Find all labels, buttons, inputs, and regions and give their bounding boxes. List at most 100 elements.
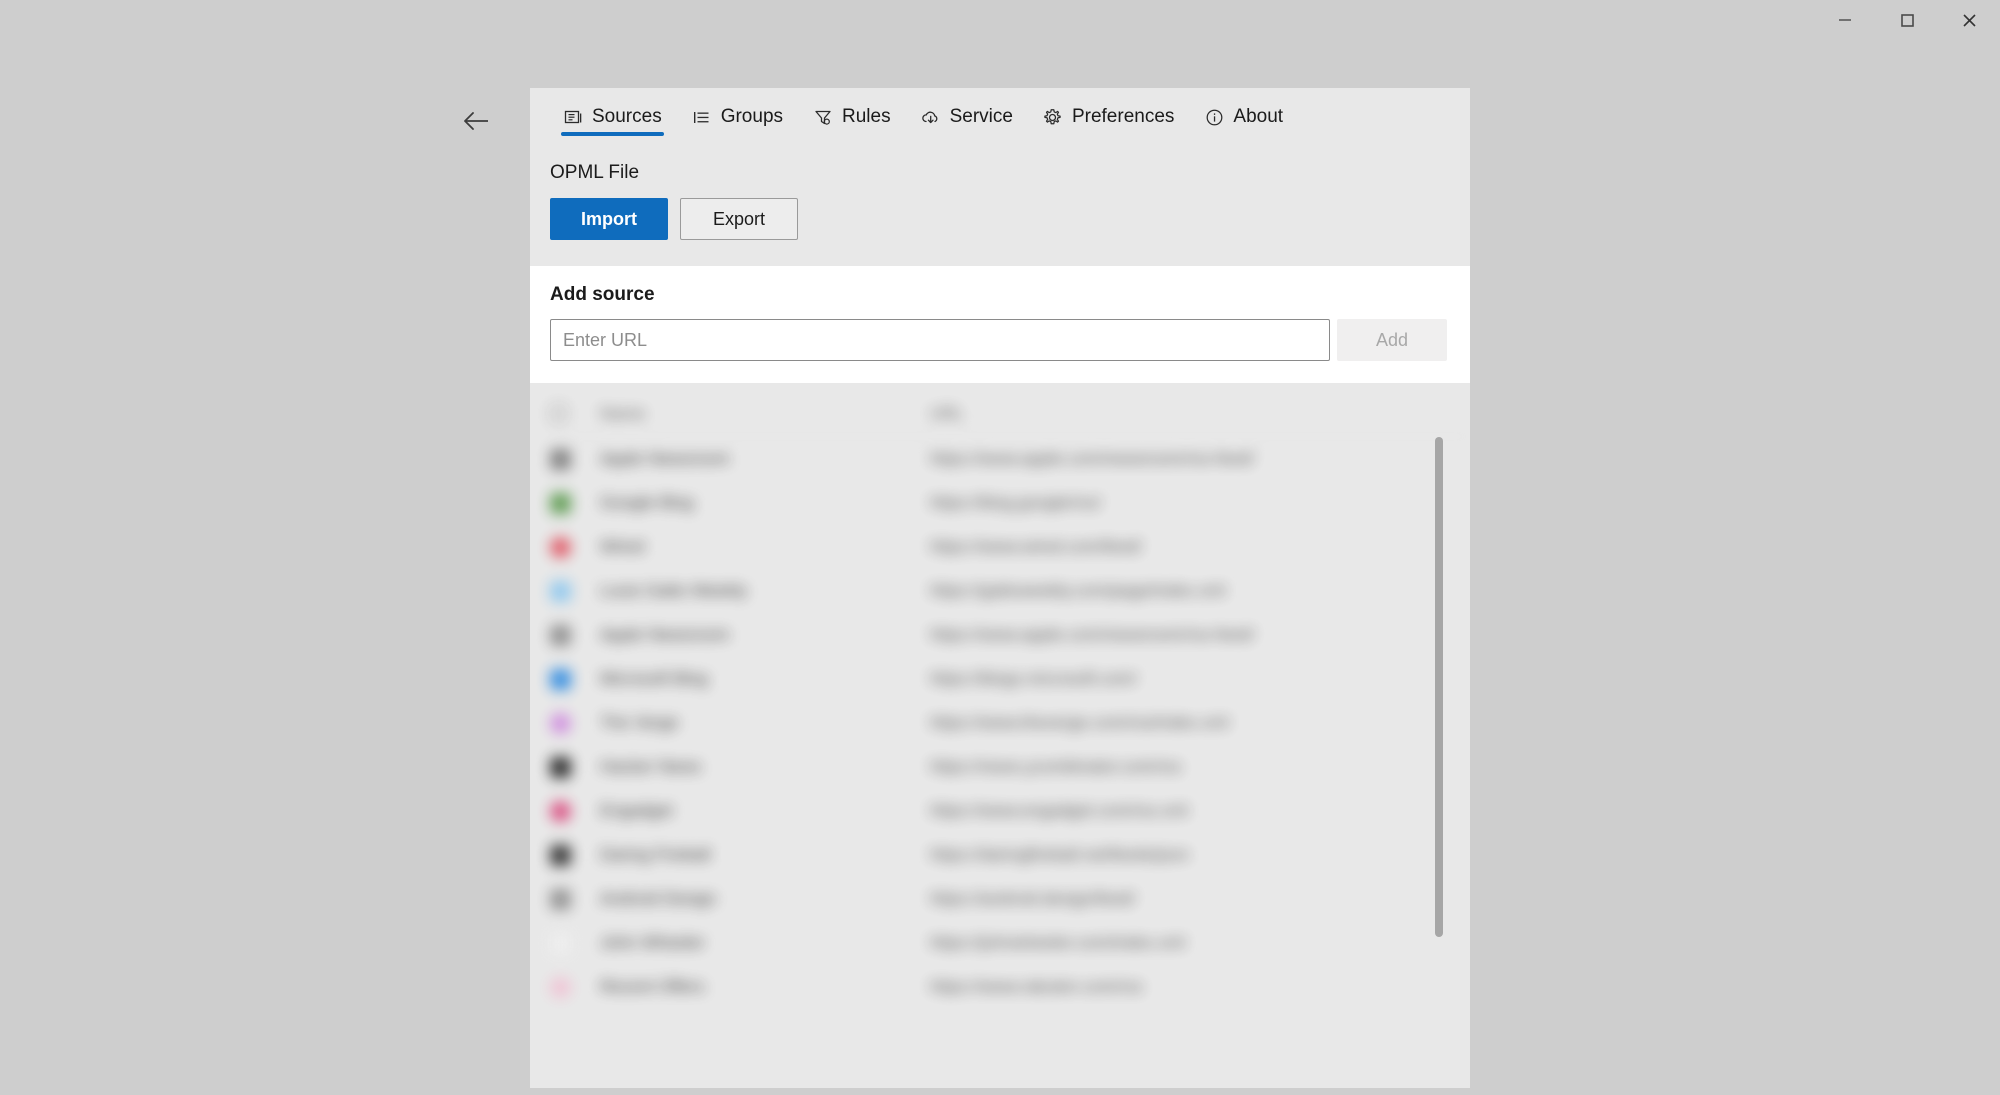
source-url: https://www.apple.com/newsroom/rss-feed/ [930,449,1255,468]
source-name: Android Design [600,889,717,908]
table-row[interactable]: Engadget https://www.engadget.com/rss.xm… [550,789,1470,833]
source-name: Daring Fireball [600,845,711,864]
tab-sources-label: Sources [592,106,662,127]
close-button[interactable] [1938,0,2000,40]
tab-service[interactable]: Service [906,88,1028,146]
favicon [550,756,600,778]
info-icon [1204,107,1224,127]
tab-preferences[interactable]: Preferences [1028,88,1189,146]
back-arrow-icon [460,110,490,137]
settings-panel: Sources Groups Rules Service Preferences… [530,88,1470,1088]
minimize-button[interactable] [1814,0,1876,40]
source-url: https://www.rakuten.com/rss [930,977,1143,996]
select-all-checkbox[interactable] [550,405,600,422]
maximize-icon [1896,9,1918,31]
table-row[interactable]: Microsoft Blog https://blogs.microsoft.c… [550,657,1470,701]
source-url: https://johnwheeler.com/index.xml [930,933,1186,952]
source-list: Name URL Apple Newsroom https://www.appl… [530,383,1470,1009]
source-name: Apple Newsroom [600,625,730,644]
import-button[interactable]: Import [550,198,668,240]
favicon [550,800,600,822]
source-name: Microsoft Blog [600,669,708,688]
tab-rules-label: Rules [842,106,891,127]
list-icon [692,107,712,127]
source-url: https://www.engadget.com/rss.xml [930,801,1188,820]
close-icon [1958,9,1980,31]
column-header-url: URL [930,403,965,423]
source-name: Google Blog [600,493,694,512]
favicon [550,492,600,514]
window-titlebar [0,0,2000,44]
maximize-button[interactable] [1876,0,1938,40]
sources-icon [563,107,583,127]
favicon [550,580,600,602]
add-source-row: Add [550,319,1450,361]
url-input[interactable] [550,319,1330,361]
tab-about[interactable]: About [1189,88,1298,146]
table-row[interactable]: The Verge https://www.theverge.com/rss/i… [550,701,1470,745]
source-url: https://android.design/feed/ [930,889,1136,908]
table-row[interactable]: Wired https://www.wired.com/feed/ [550,525,1470,569]
source-name: Wired [600,537,645,556]
cloud-sync-icon [921,107,941,127]
tab-groups-label: Groups [720,106,784,127]
scrollbar-thumb[interactable] [1435,437,1443,937]
source-name: Hacker News [600,757,702,776]
source-url: https://blog.google/rss/ [930,493,1102,512]
favicon [550,624,600,646]
minimize-icon [1834,9,1856,31]
source-url: https://gattoweekly.com/page/index.xml [930,581,1226,600]
favicon [550,536,600,558]
source-url: https://news.ycombinator.com/rss [930,757,1182,776]
tab-sources[interactable]: Sources [548,88,677,146]
favicon [550,844,600,866]
source-name: Recent Offers [600,977,705,996]
table-row[interactable]: John Wheeler https://johnwheeler.com/ind… [550,921,1470,965]
opml-title: OPML File [550,162,640,183]
source-name: Apple Newsroom [600,449,730,468]
add-source-section: Add source Add [530,266,1470,383]
tab-preferences-label: Preferences [1071,106,1175,127]
favicon [550,976,600,998]
source-list-scrollbar[interactable] [1434,403,1444,1083]
table-row[interactable]: Daring Fireball https://daringfireball.n… [550,833,1470,877]
favicon [550,712,600,734]
source-name: The Verge [600,713,679,732]
favicon [550,448,600,470]
table-row[interactable]: Android Design https://android.design/fe… [550,877,1470,921]
table-row[interactable]: Apple Newsroom https://www.apple.com/new… [550,437,1470,481]
app-window: Sources Groups Rules Service Preferences… [0,0,2000,1095]
table-row[interactable]: Apple Newsroom https://www.apple.com/new… [550,613,1470,657]
tab-about-label: About [1233,106,1284,127]
opml-section: OPML File Import Export [530,146,1470,266]
source-url: https://www.theverge.com/rss/index.xml [930,713,1229,732]
favicon [550,932,600,954]
settings-tabbar: Sources Groups Rules Service Preferences… [530,88,1470,146]
tab-groups[interactable]: Groups [677,88,798,146]
favicon [550,668,600,690]
tab-service-label: Service [949,106,1013,127]
add-source-title: Add source [550,284,655,305]
source-name: Engadget [600,801,673,820]
source-url: https://www.wired.com/feed/ [930,537,1142,556]
add-button[interactable]: Add [1337,319,1447,361]
tab-rules[interactable]: Rules [798,88,906,146]
source-list-container: Name URL Apple Newsroom https://www.appl… [530,383,1470,1088]
table-row[interactable]: Google Blog https://blog.google/rss/ [550,481,1470,525]
back-button[interactable] [455,105,495,141]
filter-icon [813,107,833,127]
opml-button-row: Import Export [550,198,1470,240]
source-name: John Wheeler [600,933,705,952]
source-name: Louis Gatto Weekly [600,581,748,600]
source-list-header: Name URL [550,391,1470,437]
table-row[interactable]: Hacker News https://news.ycombinator.com… [550,745,1470,789]
table-row[interactable]: Recent Offers https://www.rakuten.com/rs… [550,965,1470,1009]
column-header-name: Name [600,403,646,423]
source-url: https://blogs.microsoft.com/ [930,669,1137,688]
source-url: https://www.apple.com/newsroom/rss-feed/ [930,625,1255,644]
source-url: https://daringfireball.net/feeds/json [930,845,1189,864]
favicon [550,888,600,910]
export-button[interactable]: Export [680,198,798,240]
gear-icon [1043,107,1063,127]
table-row[interactable]: Louis Gatto Weekly https://gattoweekly.c… [550,569,1470,613]
